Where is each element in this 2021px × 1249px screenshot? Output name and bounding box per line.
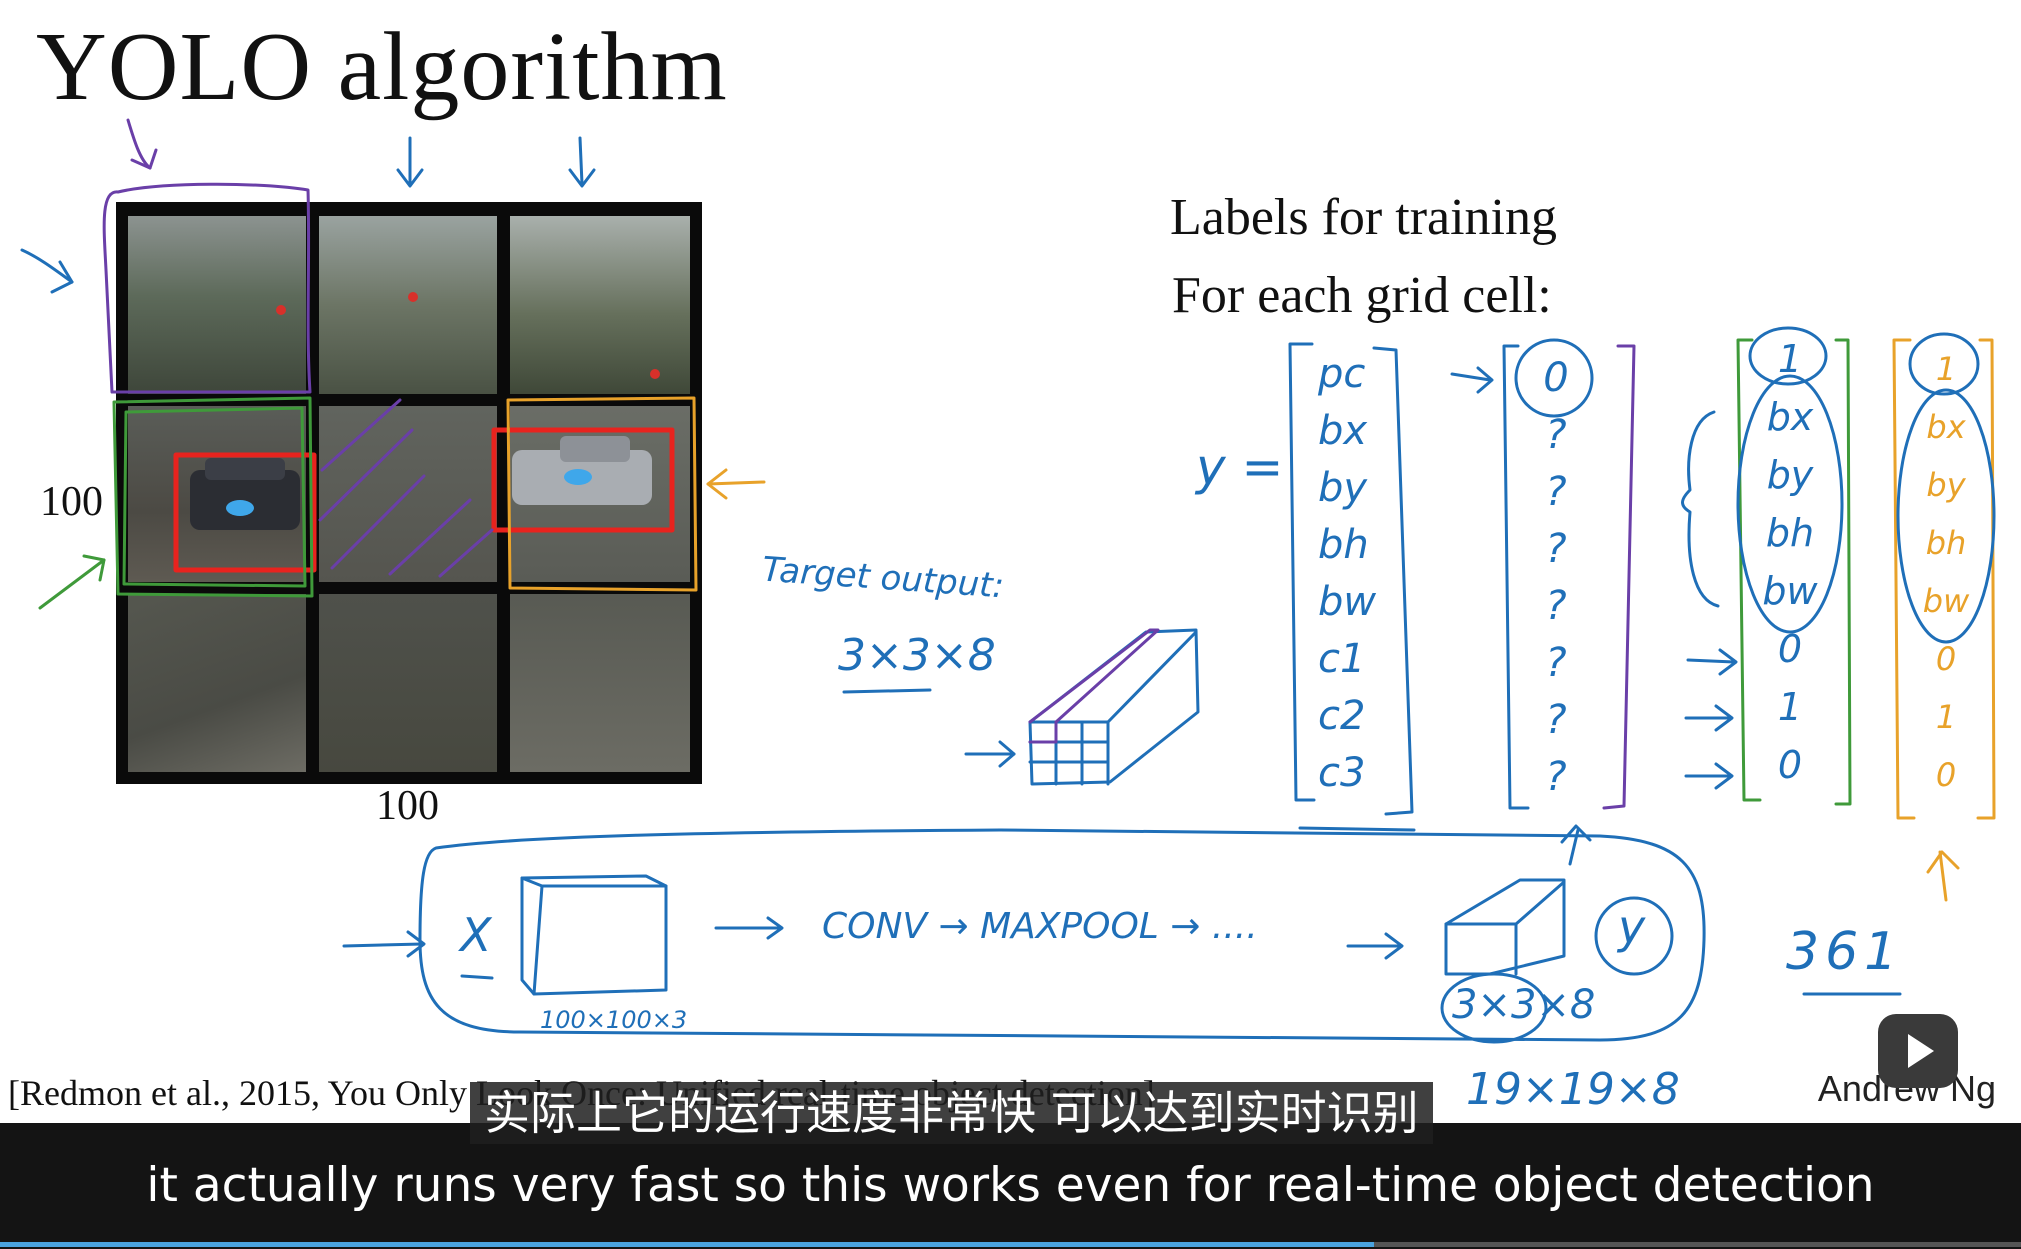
green-bw: bw: [1762, 569, 1818, 613]
grid-cell-2-3: [510, 406, 690, 582]
empty-q7: ?: [1545, 754, 1567, 800]
green-by: by: [1766, 453, 1814, 497]
pipeline-input-size: 100×100×3: [540, 1006, 688, 1034]
pipeline-output: y: [1618, 900, 1646, 954]
green-bh: bh: [1765, 511, 1815, 555]
green-c2: 1: [1777, 685, 1803, 729]
orange-cell-vector: 1 bx by bh bw 0 1 0: [1918, 340, 1974, 804]
grid-count: 361: [1786, 922, 1904, 982]
orange-c1: 0: [1935, 640, 1957, 678]
labels-subheading: For each grid cell:: [1172, 267, 1552, 324]
grid-cell-1-1: [128, 216, 306, 394]
progress-fill: [0, 1242, 1375, 1247]
label-pc: pc: [1318, 351, 1366, 397]
label-vector-entries: pc bx by bh bw c1 c2 c3: [1318, 346, 1398, 802]
label-c2: c2: [1318, 693, 1366, 739]
target-shape-note: 3×3×8: [838, 630, 996, 681]
labels-heading: Labels for training: [1170, 189, 1557, 246]
empty-q2: ?: [1545, 469, 1567, 515]
grid-cell-3-2: [319, 594, 497, 772]
label-bw: bw: [1318, 579, 1377, 625]
empty-pc: 0: [1543, 355, 1569, 401]
subtitle-chinese: 实际上它的运行速度非常快 可以达到实时识别: [470, 1082, 1433, 1144]
green-pc: 1: [1777, 337, 1803, 381]
empty-q5: ?: [1545, 640, 1567, 686]
orange-bw: bw: [1922, 582, 1970, 620]
orange-c3: 0: [1935, 756, 1957, 794]
orange-pc: 1: [1935, 350, 1957, 388]
green-c3: 0: [1777, 743, 1803, 787]
orange-c2: 1: [1935, 698, 1957, 736]
label-bh: bh: [1318, 522, 1369, 568]
orange-bx: bx: [1926, 408, 1966, 446]
empty-cell-vector: 0 ? ? ? ? ? ? ?: [1536, 350, 1576, 806]
grid-cell-1-3: [510, 216, 690, 394]
green-cell-vector: 1 bx by bh bw 0 1 0: [1760, 330, 1820, 794]
empty-q4: ?: [1545, 583, 1567, 629]
slide-title: YOLO algorithm: [36, 13, 728, 121]
grid-cell-2-2: [319, 406, 497, 582]
alt-grid-shape: 19×19×8: [1466, 1064, 1680, 1115]
orange-by: by: [1926, 466, 1966, 504]
green-c1: 0: [1777, 627, 1803, 671]
image-width-label: 100: [376, 783, 439, 829]
pipeline-steps: CONV → MAXPOOL → ....: [822, 906, 1258, 947]
empty-q6: ?: [1545, 697, 1567, 743]
grid-cell-2-1: [128, 406, 306, 582]
pipeline-output-shape: 3×3×8: [1452, 982, 1596, 1028]
label-c1: c1: [1318, 636, 1366, 682]
grid-cell-1-2: [319, 216, 497, 394]
orange-bh: bh: [1925, 524, 1967, 562]
progress-bar[interactable]: [0, 1242, 2021, 1247]
label-by: by: [1318, 465, 1368, 511]
image-grid: [116, 202, 702, 784]
target-output-note: Target output:: [760, 549, 1006, 607]
empty-q1: ?: [1545, 412, 1567, 458]
grid-cell-3-1: [128, 594, 306, 772]
grid-cell-3-3: [510, 594, 690, 772]
green-bx: bx: [1766, 395, 1814, 439]
y-equals-note: y =: [1196, 438, 1284, 496]
play-button[interactable]: [1878, 1014, 1958, 1088]
image-height-label: 100: [40, 479, 103, 525]
subtitle-english: it actually runs very fast so this works…: [146, 1158, 1875, 1213]
pipeline-input: X: [460, 908, 492, 962]
label-c3: c3: [1318, 750, 1366, 796]
label-bx: bx: [1318, 408, 1368, 454]
empty-q3: ?: [1545, 526, 1567, 572]
